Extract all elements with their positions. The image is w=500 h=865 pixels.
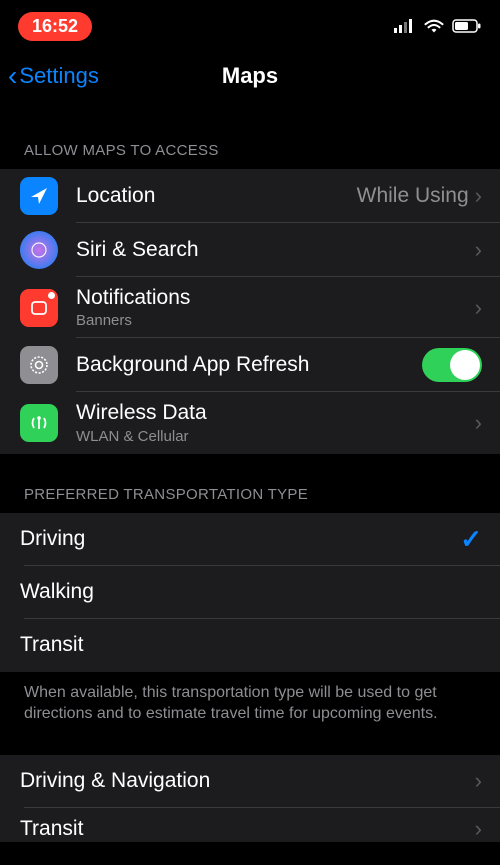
group-access: Location While Using › Siri & Search ›: [0, 169, 500, 454]
row-bgrefresh-title: Background App Refresh: [76, 352, 422, 378]
nav-bar: ‹ Settings Maps: [0, 52, 500, 100]
row-transit2[interactable]: Transit ›: [0, 808, 500, 842]
row-wireless-sub: WLAN & Cellular: [76, 428, 475, 446]
row-driving-nav[interactable]: Driving & Navigation ›: [0, 755, 500, 808]
page-title: Maps: [222, 63, 278, 89]
chevron-right-icon: ›: [475, 295, 482, 321]
battery-icon: [452, 19, 482, 33]
row-driving-nav-title: Driving & Navigation: [20, 768, 475, 794]
row-wireless-data[interactable]: Wireless Data WLAN & Cellular ›: [0, 392, 500, 453]
chevron-right-icon: ›: [475, 768, 482, 794]
checkmark-icon: ✓: [460, 524, 482, 555]
content-scroll[interactable]: ALLOW MAPS TO ACCESS Location While Usin…: [0, 100, 500, 863]
row-siri-title: Siri & Search: [76, 237, 475, 263]
section-header-transport: PREFERRED TRANSPORTATION TYPE: [0, 454, 500, 513]
back-button[interactable]: ‹ Settings: [8, 62, 99, 90]
gear-icon: [20, 346, 58, 384]
notifications-icon: [20, 289, 58, 327]
row-walking[interactable]: Walking: [0, 566, 500, 619]
row-driving[interactable]: Driving ✓: [0, 513, 500, 566]
status-bar: 16:52: [0, 0, 500, 52]
section-header-access: ALLOW MAPS TO ACCESS: [0, 100, 500, 169]
row-location-value: While Using: [357, 184, 469, 208]
wifi-icon: [424, 19, 444, 33]
row-bg-refresh: Background App Refresh: [0, 338, 500, 392]
row-transit[interactable]: Transit: [0, 619, 500, 672]
antenna-icon: [20, 404, 58, 442]
group-more: Driving & Navigation › Transit ›: [0, 755, 500, 842]
location-arrow-icon: [20, 177, 58, 215]
row-notifications-title: Notifications: [76, 285, 475, 311]
status-time-pill: 16:52: [18, 12, 92, 41]
row-notifications-sub: Banners: [76, 312, 475, 330]
group-transport: Driving ✓ Walking Transit: [0, 513, 500, 672]
row-transit-title: Transit: [20, 632, 482, 658]
chevron-right-icon: ›: [475, 410, 482, 436]
chevron-right-icon: ›: [475, 816, 482, 842]
siri-icon: [20, 231, 58, 269]
row-transit2-title: Transit: [20, 816, 475, 842]
row-driving-title: Driving: [20, 526, 460, 552]
chevron-right-icon: ›: [475, 237, 482, 263]
transport-footer-text: When available, this transportation type…: [0, 672, 500, 755]
bg-refresh-toggle[interactable]: [422, 348, 482, 382]
row-notifications[interactable]: Notifications Banners ›: [0, 277, 500, 338]
row-location[interactable]: Location While Using ›: [0, 169, 500, 223]
status-icons: [394, 19, 482, 33]
back-button-label: Settings: [19, 63, 99, 89]
row-wireless-title: Wireless Data: [76, 400, 475, 426]
row-walking-title: Walking: [20, 579, 482, 605]
row-siri-search[interactable]: Siri & Search ›: [0, 223, 500, 277]
chevron-left-icon: ‹: [8, 62, 17, 90]
chevron-right-icon: ›: [475, 183, 482, 209]
signal-icon: [394, 19, 416, 33]
row-location-title: Location: [76, 183, 357, 209]
